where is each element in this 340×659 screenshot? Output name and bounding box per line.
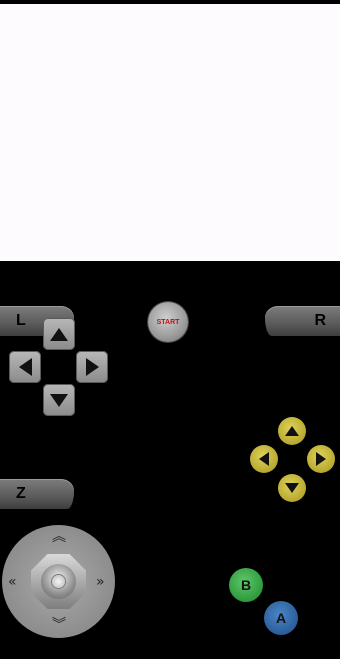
l-button-label: L bbox=[16, 312, 26, 329]
game-screen bbox=[0, 4, 340, 261]
r-button-label: R bbox=[314, 312, 326, 329]
stick-center bbox=[52, 575, 65, 588]
r-shoulder-button[interactable]: R bbox=[265, 306, 340, 336]
stick-right-chevron-icon: » bbox=[96, 574, 105, 590]
c-right-button[interactable] bbox=[307, 445, 335, 473]
start-label: START bbox=[156, 318, 180, 326]
down-arrow-icon bbox=[50, 393, 68, 407]
c-left-button[interactable] bbox=[250, 445, 278, 473]
a-button-label: A bbox=[275, 610, 287, 626]
a-button[interactable]: A bbox=[264, 601, 298, 635]
stick-left-chevron-icon: « bbox=[8, 574, 17, 590]
c-right-icon bbox=[316, 452, 326, 466]
start-button[interactable]: START bbox=[148, 302, 188, 342]
c-up-icon bbox=[285, 426, 299, 436]
z-trigger-button[interactable]: Z bbox=[0, 479, 74, 509]
right-arrow-icon bbox=[85, 358, 99, 376]
dpad-up-button[interactable] bbox=[43, 318, 75, 350]
analog-stick[interactable]: ︽ ︾ « » bbox=[2, 525, 115, 638]
b-button[interactable]: B bbox=[229, 568, 263, 602]
c-down-button[interactable] bbox=[278, 474, 306, 502]
c-left-icon bbox=[259, 452, 269, 466]
c-down-icon bbox=[285, 483, 299, 493]
c-up-button[interactable] bbox=[278, 417, 306, 445]
dpad-right-button[interactable] bbox=[76, 351, 108, 383]
dpad-down-button[interactable] bbox=[43, 384, 75, 416]
b-button-label: B bbox=[240, 577, 252, 593]
stick-up-chevron-icon: ︽ bbox=[52, 529, 66, 545]
stick-down-chevron-icon: ︾ bbox=[52, 617, 66, 633]
up-arrow-icon bbox=[50, 327, 68, 341]
z-button-label: Z bbox=[16, 485, 26, 502]
left-arrow-icon bbox=[18, 358, 32, 376]
dpad-left-button[interactable] bbox=[9, 351, 41, 383]
